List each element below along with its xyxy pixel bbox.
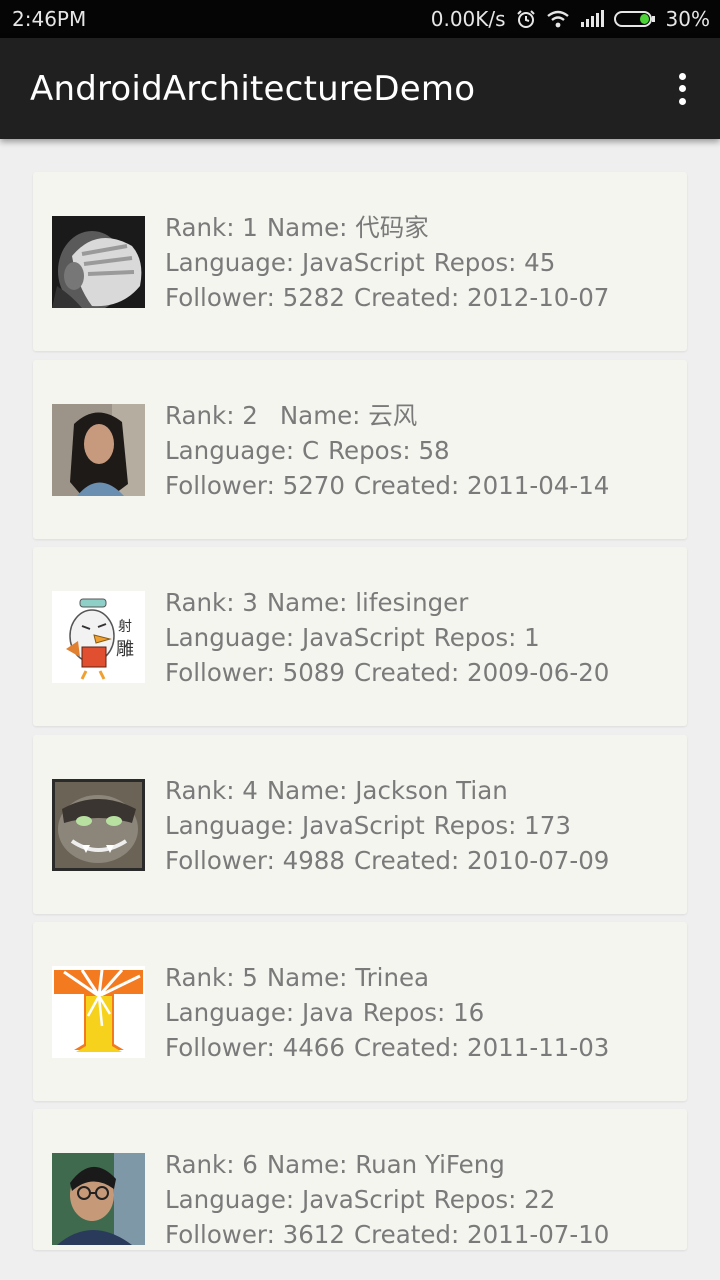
app-bar: AndroidArchitectureDemo (0, 38, 720, 139)
repos-value: 45 (524, 248, 556, 277)
status-indicators: 0.00K/s 30% (431, 7, 710, 31)
follower-value: 4466 (282, 1033, 345, 1062)
user-card[interactable]: 射 雕 Rank: 3 Name: lifesinger Language: Ja… (33, 547, 687, 726)
language-repos-line: Language: JavaScript Repos: 45 (165, 248, 556, 277)
app-title: AndroidArchitectureDemo (30, 68, 476, 109)
language-repos-line: Language: Java Repos: 16 (165, 998, 485, 1027)
user-info: Rank: 5 Name: Trinea Language: Java Repos:… (165, 960, 609, 1065)
follower-value: 5282 (282, 283, 345, 312)
language-value: JavaScript (301, 1185, 425, 1214)
user-card[interactable]: Rank: 2 Name: 云风 Language: C Repos: 58 Fol… (33, 360, 687, 539)
follower-value: 4988 (282, 846, 345, 875)
language-value: JavaScript (301, 623, 425, 652)
user-info: Rank: 6 Name: Ruan YiFeng Language: JavaS… (165, 1147, 609, 1250)
language-repos-line: Language: JavaScript Repos: 22 (165, 1185, 556, 1214)
follower-created-line: Follower: 5270 Created: 2011-04-14 (165, 471, 610, 500)
signal-icon (580, 10, 604, 28)
user-name: 代码家 (355, 213, 429, 242)
language-value: JavaScript (301, 811, 425, 840)
user-info: Rank: 2 Name: 云风 Language: C Repos: 58 Fol… (165, 398, 609, 503)
rank-value: 3 (242, 588, 258, 617)
battery-icon (613, 9, 656, 29)
user-info: Rank: 3 Name: lifesinger Language: JavaSc… (165, 585, 609, 690)
user-card[interactable]: Rank: 1 Name: 代码家 Language: JavaScript Rep… (33, 172, 687, 351)
man-with-glasses-avatar (52, 1153, 145, 1245)
repos-value: 16 (453, 998, 485, 1027)
cartoon-eagle-avatar: 射 雕 (52, 591, 145, 683)
created-value: 2011-11-03 (467, 1033, 610, 1062)
repos-value: 22 (524, 1185, 556, 1214)
created-value: 2012-10-07 (467, 283, 610, 312)
follower-value: 5089 (282, 658, 345, 687)
rank-name-line: Rank: 1 Name: 代码家 (165, 213, 429, 242)
user-info: Rank: 4 Name: Jackson Tian Language: Java… (165, 773, 609, 878)
overflow-menu-icon[interactable] (670, 69, 694, 109)
status-bar: 2:46PM 0.00K/s 30% (0, 0, 720, 38)
repos-value: 1 (524, 623, 540, 652)
battery-percent: 30% (665, 7, 710, 31)
created-value: 2011-04-14 (467, 471, 610, 500)
follower-created-line: Follower: 4466 Created: 2011-11-03 (165, 1033, 610, 1062)
user-card[interactable]: Rank: 4 Name: Jackson Tian Language: Java… (33, 735, 687, 914)
user-name: Ruan YiFeng (355, 1150, 505, 1179)
alarm-icon (516, 9, 536, 29)
user-card[interactable]: Rank: 6 Name: Ruan YiFeng Language: JavaS… (33, 1109, 687, 1250)
follower-created-line: Follower: 5282 Created: 2012-10-07 (165, 283, 610, 312)
language-value: C (301, 436, 320, 465)
svg-text:射: 射 (118, 619, 132, 635)
long-hair-man-avatar (52, 404, 145, 496)
user-name: 云风 (368, 401, 418, 430)
language-value: JavaScript (301, 248, 425, 277)
repos-value: 173 (524, 811, 571, 840)
rank-value: 5 (242, 963, 258, 992)
rank-name-line: Rank: 5 Name: Trinea (165, 963, 430, 992)
user-info: Rank: 1 Name: 代码家 Language: JavaScript Rep… (165, 210, 609, 315)
created-value: 2010-07-09 (467, 846, 610, 875)
wifi-icon (546, 9, 570, 29)
follower-created-line: Follower: 4988 Created: 2010-07-09 (165, 846, 610, 875)
raccoon-warrior-avatar (52, 779, 145, 871)
rank-value: 2 (242, 401, 258, 430)
language-repos-line: Language: C Repos: 58 (165, 436, 450, 465)
user-name: lifesinger (355, 588, 469, 617)
created-value: 2009-06-20 (467, 658, 610, 687)
rank-value: 4 (242, 776, 258, 805)
follower-value: 3612 (282, 1220, 345, 1249)
follower-created-line: Follower: 3612 Created: 2011-07-10 (165, 1220, 610, 1249)
grayscale-face-hand-avatar (52, 216, 145, 308)
orange-letter-t-avatar (52, 966, 145, 1058)
repos-value: 58 (418, 436, 450, 465)
network-speed: 0.00K/s (430, 7, 506, 31)
rank-value: 6 (242, 1150, 258, 1179)
status-time: 2:46PM (12, 7, 87, 31)
user-name: Jackson Tian (355, 776, 508, 805)
svg-text:雕: 雕 (116, 639, 134, 660)
follower-value: 5270 (282, 471, 345, 500)
user-card[interactable]: Rank: 5 Name: Trinea Language: Java Repos:… (33, 922, 687, 1101)
created-value: 2011-07-10 (467, 1220, 610, 1249)
rank-name-line: Rank: 4 Name: Jackson Tian (165, 776, 508, 805)
rank-name-line: Rank: 6 Name: Ruan YiFeng (165, 1150, 505, 1179)
user-name: Trinea (355, 963, 430, 992)
rank-value: 1 (242, 213, 258, 242)
follower-created-line: Follower: 5089 Created: 2009-06-20 (165, 658, 610, 687)
rank-name-line: Rank: 3 Name: lifesinger (165, 588, 469, 617)
language-value: Java (301, 998, 354, 1027)
language-repos-line: Language: JavaScript Repos: 1 (165, 623, 540, 652)
language-repos-line: Language: JavaScript Repos: 173 (165, 811, 571, 840)
rank-name-line: Rank: 2 Name: 云风 (165, 401, 418, 430)
